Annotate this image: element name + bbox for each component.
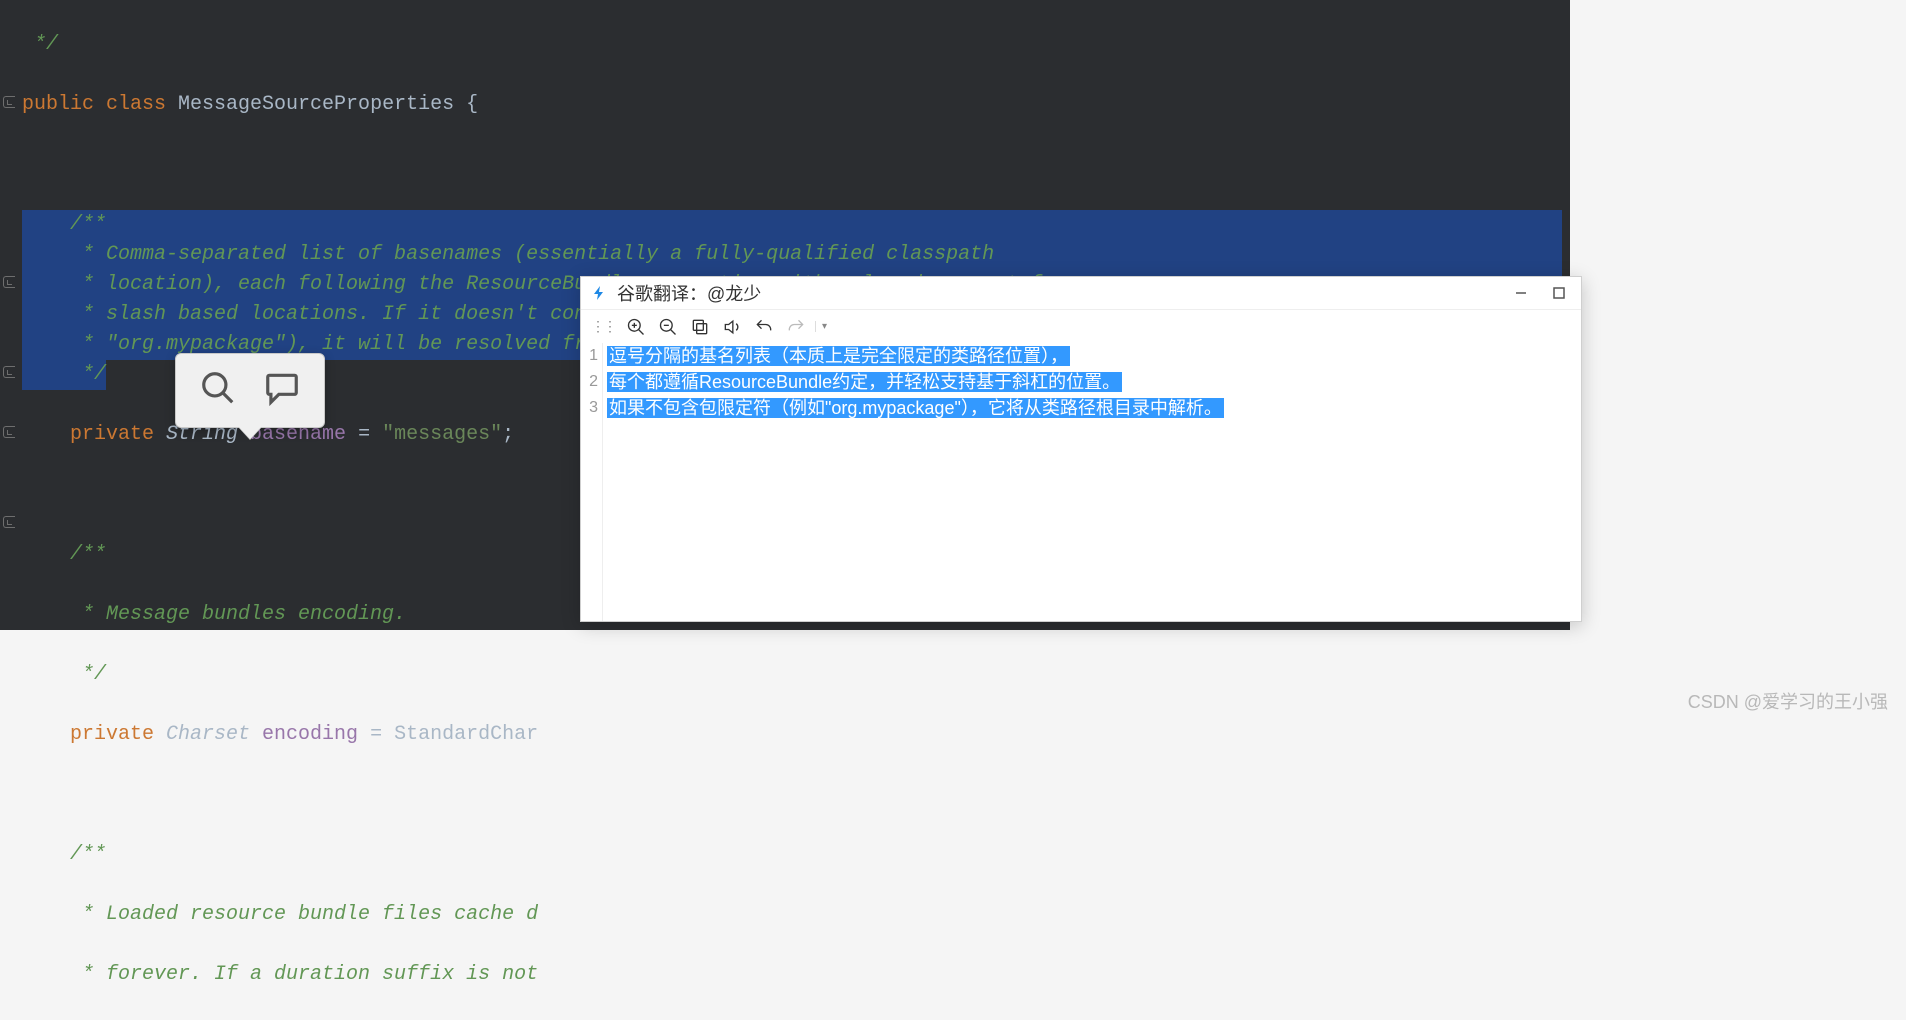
translate-title-text: 谷歌翻译：@龙少 [617,280,761,306]
doc-line: * Loaded resource bundle files cache d [22,903,538,926]
maximize-button[interactable] [1545,283,1573,303]
zoom-in-button[interactable] [623,314,649,340]
translate-titlebar[interactable]: 谷歌翻译：@龙少 [581,277,1581,309]
field-encoding: encoding [262,723,358,746]
eq: = [346,423,382,446]
comment-icon[interactable] [263,369,301,412]
doc-close: */ [22,363,106,386]
editor-gutter [0,0,18,630]
translate-line: 如果不包含包限定符（例如"org.mypackage"），它将从类路径根目录中解… [607,395,1581,421]
doc-line: * Message bundles encoding. [22,603,406,626]
kw-class: class [106,93,178,116]
kw-private: private [22,723,166,746]
fold-marker[interactable] [3,426,15,438]
fold-marker[interactable] [3,366,15,378]
watermark: CSDN @爱学习的王小强 [1688,688,1888,714]
semicolon: ; [502,423,514,446]
redo-button[interactable] [783,314,809,340]
translate-line: 每个都遵循ResourceBundle约定，并轻松支持基于斜杠的位置。 [607,369,1581,395]
speak-button[interactable] [719,314,745,340]
class-name: MessageSourceProperties [178,93,466,116]
doc-open: /** [22,213,106,236]
string-literal: "messages" [382,423,502,446]
copy-button[interactable] [687,314,713,340]
chevron-down-icon[interactable]: ▾ [815,321,827,332]
fold-marker[interactable] [3,516,15,528]
undo-button[interactable] [751,314,777,340]
brace-open: { [466,93,478,116]
type-charset: Charset [166,723,262,746]
search-icon[interactable] [199,369,237,412]
translate-line-gutter: 123 [581,343,603,621]
fold-marker[interactable] [3,96,15,108]
doc-open: /** [22,543,106,566]
eq: = [358,723,394,746]
translate-content[interactable]: 逗号分隔的基名列表（本质上是完全限定的类路径位置）， 每个都遵循Resource… [603,343,1581,621]
translate-body[interactable]: 123 逗号分隔的基名列表（本质上是完全限定的类路径位置）， 每个都遵循Reso… [581,343,1581,621]
doc-open: /** [22,843,106,866]
doc-close: */ [22,663,106,686]
translate-toolbar: ⋮⋮ ▾ [581,309,1581,343]
zoom-out-button[interactable] [655,314,681,340]
code-rest: StandardChar [394,723,538,746]
bolt-icon [589,283,609,303]
translate-window[interactable]: 谷歌翻译：@龙少 ⋮⋮ ▾ 123 逗号分隔的基名列表（本质上是完全限定的类路径… [580,276,1582,622]
kw-public: public [22,93,106,116]
minimize-button[interactable] [1507,283,1535,303]
doc-line: * Comma-separated list of basenames (ess… [22,243,994,266]
kw-private: private [22,423,166,446]
grip-icon[interactable]: ⋮⋮ [591,318,615,335]
comment-close: */ [22,33,58,56]
translate-line: 逗号分隔的基名列表（本质上是完全限定的类路径位置）， [607,343,1581,369]
action-bubble [175,353,325,428]
fold-marker[interactable] [3,276,15,288]
doc-line: * forever. If a duration suffix is not [22,963,538,986]
